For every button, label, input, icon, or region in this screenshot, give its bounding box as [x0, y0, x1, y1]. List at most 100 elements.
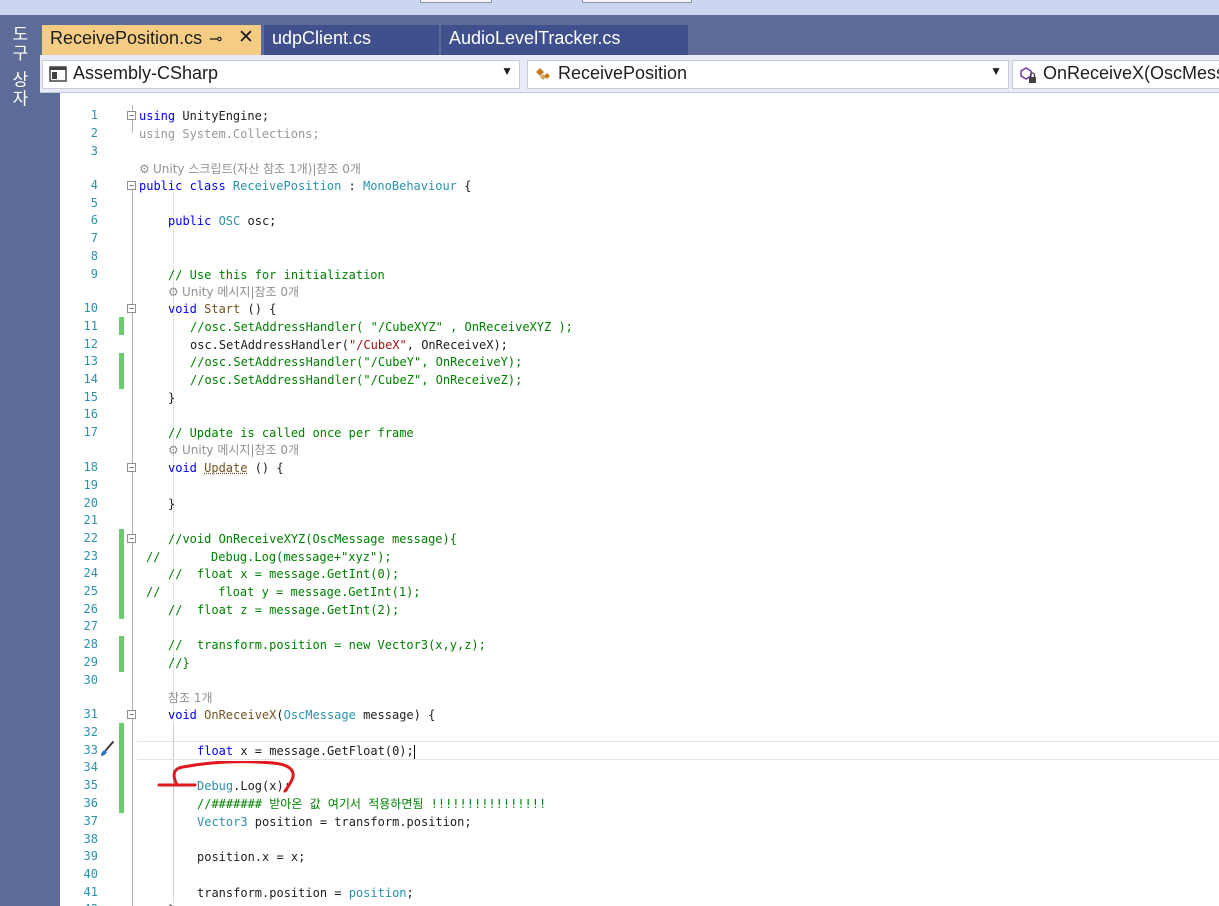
- method-lock-icon: [1018, 65, 1038, 85]
- tab-label: AudioLevelTracker.cs: [449, 28, 621, 48]
- toolbar-combo[interactable]: [420, 0, 492, 3]
- line-number: 15: [83, 390, 98, 404]
- code-line: 3: [60, 143, 1219, 161]
- member-dropdown[interactable]: OnReceiveX(OscMess: [1012, 60, 1219, 89]
- line-number: 17: [83, 425, 98, 439]
- toolbar-combo[interactable]: [582, 0, 692, 3]
- type-dropdown[interactable]: ReceivePosition ▼: [527, 60, 1009, 89]
- codelens-unity-message[interactable]: Unity 메시지|참조 0개: [182, 283, 299, 301]
- class-icon: [533, 65, 553, 85]
- code-text: // Update is called once per frame: [168, 426, 414, 440]
- line-number: 23: [83, 549, 98, 563]
- code-line: 15 }: [60, 389, 1219, 407]
- code-line: 41 transform.position = position;: [60, 884, 1219, 902]
- code-line: 24 // float x = message.GetInt(0);: [60, 565, 1219, 583]
- line-number: 40: [83, 867, 98, 881]
- code-line: 21: [60, 512, 1219, 530]
- line-number: 21: [83, 513, 98, 527]
- code-text: void Start () {: [168, 302, 277, 316]
- line-number: 34: [83, 760, 98, 774]
- line-number: 9: [90, 267, 98, 281]
- code-line: 12 osc.SetAddressHandler("/CubeX", OnRec…: [60, 336, 1219, 354]
- navigation-bar: Assembly-CSharp ▼ ReceivePosition ▼ OnRe…: [40, 55, 1219, 93]
- line-number: 3: [90, 144, 98, 158]
- toolbox-label[interactable]: 도구 상자: [5, 25, 31, 108]
- project-dropdown[interactable]: Assembly-CSharp ▼: [42, 60, 520, 89]
- project-label: Assembly-CSharp: [73, 63, 219, 83]
- code-text: }: [168, 497, 176, 511]
- chevron-down-icon[interactable]: ▼: [501, 64, 513, 78]
- fold-toggle-icon[interactable]: −: [127, 181, 136, 190]
- line-number: 27: [83, 619, 98, 633]
- code-line: 20 }: [60, 495, 1219, 513]
- paintbrush-icon[interactable]: [98, 740, 116, 758]
- line-number: 4: [90, 178, 98, 192]
- code-line: 28 // transform.position = new Vector3(x…: [60, 636, 1219, 654]
- line-number: 36: [83, 796, 98, 810]
- line-number: 13: [83, 354, 98, 368]
- code-text: osc.SetAddressHandler("/CubeX", OnReceiv…: [190, 338, 508, 352]
- code-text: position.x = x;: [197, 850, 306, 864]
- code-line: 39 position.x = x;: [60, 848, 1219, 866]
- code-line: 1 − using UnityEngine;: [60, 107, 1219, 125]
- fold-toggle-icon[interactable]: −: [127, 304, 136, 313]
- tab-audioleveltracker[interactable]: AudioLevelTracker.cs: [441, 25, 688, 55]
- code-line: 16: [60, 406, 1219, 424]
- line-number: 22: [83, 531, 98, 545]
- line-number: 29: [83, 655, 98, 669]
- fold-toggle-icon[interactable]: −: [127, 534, 136, 543]
- line-number: 35: [83, 778, 98, 792]
- text-caret: [413, 744, 415, 759]
- editor-frame: ReceivePosition.cs ⊸ ✕ udpClient.cs Audi…: [40, 15, 1219, 906]
- line-number: 8: [90, 249, 98, 263]
- toolbox-sidebar[interactable]: 도구 상자: [0, 15, 40, 906]
- code-text: }: [168, 901, 175, 906]
- code-text: public OSC osc;: [168, 214, 277, 228]
- code-line: 10 − void Start () {: [60, 300, 1219, 318]
- chevron-down-icon[interactable]: ▼: [990, 64, 1002, 78]
- code-text: Vector3 position = transform.position;: [197, 815, 472, 829]
- fold-toggle-icon[interactable]: −: [127, 463, 136, 472]
- code-line: 6 public OSC osc;: [60, 212, 1219, 230]
- codelens-references[interactable]: 참조 1개: [168, 689, 213, 707]
- line-number: 32: [83, 725, 98, 739]
- code-editor[interactable]: 1 − using UnityEngine; 2 using System.Co…: [60, 93, 1219, 906]
- unity-icon: ⚙: [168, 285, 179, 299]
- code-line: 11 //osc.SetAddressHandler( "/CubeXYZ" ,…: [60, 318, 1219, 336]
- code-text: void OnReceiveX(OscMessage message) {: [168, 708, 436, 722]
- fold-toggle-icon[interactable]: −: [127, 710, 136, 719]
- code-line: 14 //osc.SetAddressHandler("/CubeZ", OnR…: [60, 371, 1219, 389]
- pin-icon[interactable]: ⊸: [209, 29, 222, 49]
- unity-icon: ⚙: [168, 443, 179, 457]
- line-number: 33: [83, 743, 98, 757]
- code-text: // float y = message.GetInt(1);: [146, 585, 421, 599]
- codelens-line: ⚙ Unity 메시지|참조 0개: [60, 441, 1219, 459]
- line-number: 5: [90, 196, 98, 210]
- codelens-line: ⚙ Unity 메시지|참조 0개: [60, 283, 1219, 301]
- code-text: using UnityEngine;: [139, 109, 270, 123]
- codelens-unity-message[interactable]: Unity 메시지|참조 0개: [182, 441, 299, 459]
- code-text: Debug.Log(x);: [197, 779, 291, 793]
- code-line: 7: [60, 230, 1219, 248]
- fold-toggle-icon[interactable]: −: [127, 111, 136, 120]
- tab-receiveposition[interactable]: ReceivePosition.cs ⊸ ✕: [42, 25, 261, 55]
- codelens-unity-script[interactable]: Unity 스크립트(자산 참조 1개)|참조 0개: [153, 160, 361, 178]
- unity-icon: ⚙: [139, 162, 150, 176]
- code-text: void Update () {: [168, 461, 284, 475]
- code-line: 18 − void Update () {: [60, 459, 1219, 477]
- tab-udpclient[interactable]: udpClient.cs: [264, 25, 439, 55]
- document-tabs: ReceivePosition.cs ⊸ ✕ udpClient.cs Audi…: [40, 25, 1219, 55]
- close-icon[interactable]: ✕: [238, 26, 254, 49]
- type-label: ReceivePosition: [558, 63, 688, 83]
- line-number: 7: [90, 231, 98, 245]
- csharp-project-icon: [48, 65, 68, 85]
- codelens-line: 참조 1개: [60, 689, 1219, 707]
- code-text: //####### 받아온 값 여기서 적용하면됨 !!!!!!!!!!!!!!…: [197, 797, 547, 811]
- line-number: 20: [83, 496, 98, 510]
- code-text: //osc.SetAddressHandler( "/CubeXYZ" , On…: [190, 320, 573, 334]
- code-text: //}: [168, 656, 190, 670]
- code-line: 27: [60, 618, 1219, 636]
- line-number: 11: [83, 319, 98, 333]
- code-line: 34: [60, 759, 1219, 777]
- code-line: 38: [60, 831, 1219, 849]
